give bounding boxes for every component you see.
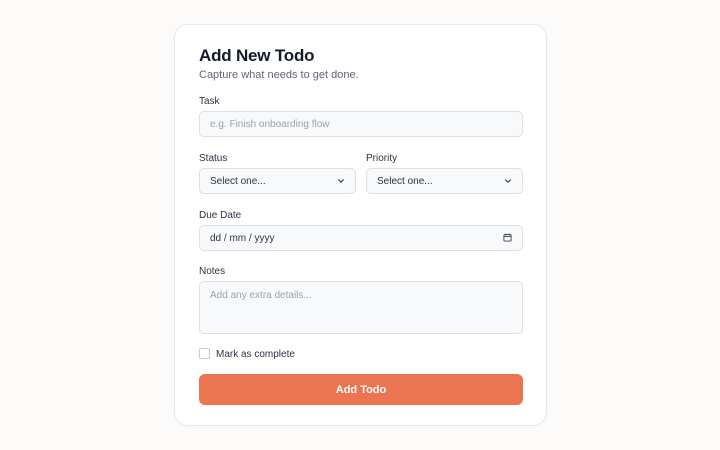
form-subtitle: Capture what needs to get done. <box>199 69 359 81</box>
notes-label: Notes <box>199 266 226 277</box>
status-selected-value: Select one... <box>210 175 266 187</box>
task-input[interactable] <box>199 111 523 137</box>
form-title: Add New Todo <box>199 46 315 65</box>
chevron-down-icon <box>505 179 511 183</box>
task-label: Task <box>199 96 220 107</box>
calendar-icon[interactable] <box>503 233 512 242</box>
due-date-label: Due Date <box>199 210 242 221</box>
due-date-placeholder: dd / mm / yyyy <box>210 232 275 244</box>
priority-select[interactable]: Select one... <box>366 168 523 194</box>
status-label: Status <box>199 153 228 164</box>
status-select[interactable]: Select one... <box>199 168 356 194</box>
mark-complete-checkbox[interactable] <box>199 348 210 359</box>
todo-form-card: Add New Todo Capture what needs to get d… <box>174 24 547 426</box>
add-todo-button[interactable]: Add Todo <box>199 374 523 405</box>
priority-selected-value: Select one... <box>377 175 433 187</box>
due-date-input[interactable]: dd / mm / yyyy <box>199 225 523 251</box>
mark-complete-label[interactable]: Mark as complete <box>216 349 295 360</box>
priority-label: Priority <box>366 153 398 164</box>
notes-textarea[interactable] <box>199 281 523 334</box>
chevron-down-icon <box>338 179 344 183</box>
